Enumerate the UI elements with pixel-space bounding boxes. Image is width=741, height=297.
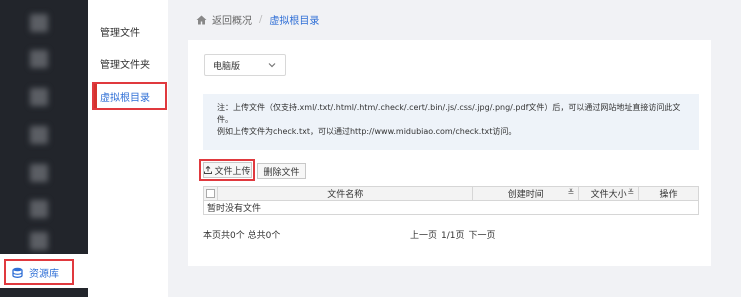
sidebar-bottom-strip	[0, 288, 88, 297]
blurred-nav-item[interactable]	[30, 50, 48, 68]
upload-notice: 注：上传文件（仅支持.xml/.txt/.html/.htm/.check/.c…	[203, 94, 699, 150]
select-all-cell	[203, 186, 218, 201]
sort-icon[interactable]: ≚	[568, 188, 575, 197]
sidebar-item-resource-library[interactable]: 资源库	[4, 259, 74, 285]
column-header-size[interactable]: 文件大小 ≚	[578, 186, 640, 201]
pagination-controls: 上一页 1/1页 下一页	[410, 228, 496, 241]
file-table: 文件名称 创建时间 ≚ 文件大小 ≚ 操作 暂时没有文件	[203, 186, 699, 215]
secondary-menu: 管理文件 管理文件夹 虚拟根目录	[88, 0, 168, 297]
upload-file-button[interactable]: 文件上传	[203, 162, 252, 178]
sort-icon[interactable]: ≚	[627, 188, 634, 197]
chevron-down-icon	[267, 60, 277, 73]
breadcrumb-current: 虚拟根目录	[269, 16, 320, 27]
delete-file-button[interactable]: 删除文件	[257, 163, 306, 179]
upload-button-label: 文件上传	[214, 166, 251, 177]
platform-select[interactable]: 电脑版	[204, 54, 286, 76]
column-header-created[interactable]: 创建时间 ≚	[472, 186, 580, 201]
upload-icon	[204, 166, 213, 174]
next-page-link[interactable]: 下一页	[469, 228, 496, 241]
blurred-nav-item[interactable]	[30, 14, 48, 32]
blurred-nav-item[interactable]	[30, 232, 48, 250]
page-indicator: 1/1页	[441, 231, 465, 241]
main-sidebar	[0, 0, 88, 297]
breadcrumb-separator: /	[259, 14, 263, 25]
prev-page-link[interactable]: 上一页	[410, 228, 437, 241]
submenu-item-virtual-root[interactable]: 虚拟根目录	[100, 89, 150, 104]
submenu-item-manage-files[interactable]: 管理文件	[100, 24, 140, 39]
pagination-summary: 本页共0个 总共0个	[203, 231, 281, 241]
table-row: 暂时没有文件	[203, 200, 699, 215]
blurred-nav-item[interactable]	[30, 88, 48, 106]
platform-select-value: 电脑版	[213, 61, 241, 72]
submenu-item-manage-folders[interactable]: 管理文件夹	[100, 56, 150, 71]
main-panel: 电脑版 注：上传文件（仅支持.xml/.txt/.html/.htm/.chec…	[188, 40, 711, 266]
notice-line-1: 注：上传文件（仅支持.xml/.txt/.html/.htm/.check/.c…	[217, 103, 681, 124]
sidebar-item-label: 资源库	[29, 268, 59, 280]
home-icon[interactable]	[196, 15, 207, 25]
blurred-nav-item[interactable]	[30, 200, 48, 218]
breadcrumb-back-link[interactable]: 返回概况	[212, 12, 252, 27]
select-all-checkbox[interactable]	[205, 188, 215, 198]
active-item-indicator	[94, 84, 97, 108]
breadcrumb: 返回概况 / 虚拟根目录	[196, 12, 319, 27]
blurred-nav-item[interactable]	[30, 164, 48, 182]
empty-message: 暂时没有文件	[203, 200, 699, 215]
database-icon	[12, 267, 23, 278]
blurred-nav-item[interactable]	[30, 126, 48, 144]
notice-line-2: 例如上传文件为check.txt，可以通过http://www.midubiao…	[217, 127, 517, 136]
column-size-label: 文件大小	[590, 190, 627, 200]
column-created-label: 创建时间	[507, 190, 544, 200]
column-header-name: 文件名称	[216, 186, 474, 201]
column-header-actions: 操作	[638, 186, 699, 201]
